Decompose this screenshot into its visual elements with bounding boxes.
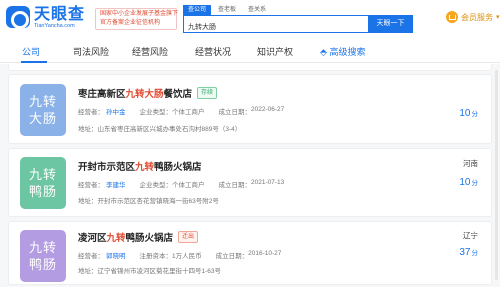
company-address: 地址：辽宁省锦州市凌河区菊花里街十四号1-63号: [78, 268, 222, 275]
company-meta: 经营者： 郭晓明 注册资本： 1万人民币 成立日期： 2016-10-27: [78, 250, 282, 260]
logo-domain: TianYancha.com: [34, 23, 75, 29]
search-button[interactable]: 天眼一下: [368, 15, 413, 33]
company-thumbnail: 九转 大肠: [20, 84, 66, 136]
status-badge: 迁出: [178, 231, 199, 243]
tab-search-company[interactable]: 查公司: [183, 5, 212, 15]
company-thumbnail: 九转 鸭肠: [20, 230, 66, 282]
nav-item-operating-risk[interactable]: 经营风险: [132, 45, 168, 58]
company-address: 地址：山东省枣庄高新区兴城办事处石沟村889号（3-4）: [78, 126, 242, 133]
nav-item-operating-status[interactable]: 经营状况: [195, 45, 231, 58]
vip-label: 会员服务: [461, 12, 493, 22]
legal-person-link[interactable]: 孙中金: [106, 106, 126, 116]
badge-line-2: 官方备案企业征信机构: [100, 20, 161, 26]
site-logo[interactable]: 天眼查 TianYancha.com: [6, 6, 85, 30]
tab-search-boss[interactable]: 查老板: [213, 5, 241, 15]
advanced-search-icon: ⬘: [320, 47, 327, 57]
legal-person-link[interactable]: 郭晓明: [106, 250, 126, 260]
advanced-search-label: 高级搜索: [329, 47, 366, 57]
company-score[interactable]: 10 分: [459, 108, 478, 119]
result-card[interactable]: 九转 鸭肠 凌河区 九转 鸭肠火锅店 迁出 经营者： 郭晓明 注册资本： 1万人民币 成…: [8, 221, 492, 285]
vip-service[interactable]: 会员服务 ▾: [446, 11, 500, 23]
scrollbar[interactable]: [495, 70, 498, 280]
nav-item-ip[interactable]: 知识产权: [257, 45, 293, 58]
company-name[interactable]: 开封市示范区 九转 鸭肠火锅店: [78, 159, 202, 173]
previous-card-edge: [8, 64, 492, 71]
company-name[interactable]: 枣庄高新区 九转大肠 餐饮店 存续: [78, 86, 218, 100]
company-region: 河南: [463, 159, 478, 168]
logo-eye-icon: [6, 6, 30, 29]
company-meta: 经营者： 孙中金 企业类型： 个体工商户 成立日期： 2022-06-27: [78, 106, 285, 116]
logo-title: 天眼查: [34, 6, 86, 23]
certification-badge: 国家中小企业发展子基金旗下 官方备案企业征信机构: [95, 8, 179, 30]
category-nav: 公司 司法风险 经营风险 经营状况 知识产权 ⬘ 高级搜索: [0, 38, 500, 63]
top-header: 天眼查 TianYancha.com 国家中小企业发展子基金旗下 官方备案企业征…: [0, 0, 500, 38]
crown-icon: [446, 11, 458, 23]
company-score[interactable]: 37 分: [459, 247, 478, 258]
status-badge: 存续: [197, 87, 218, 99]
company-name[interactable]: 凌河区 九转 鸭肠火锅店 迁出: [78, 230, 199, 244]
nav-active-indicator: [21, 61, 47, 63]
search-bar: 天眼一下: [183, 15, 413, 35]
nav-item-company[interactable]: 公司: [22, 45, 40, 58]
company-score[interactable]: 10 分: [459, 177, 478, 188]
search-mode-tabs: 查公司 查老板 查关系: [183, 5, 271, 15]
legal-person-link[interactable]: 李建华: [106, 179, 126, 189]
badge-line-1: 国家中小企业发展子基金旗下: [100, 11, 179, 17]
result-card[interactable]: 九转 鸭肠 开封市示范区 九转 鸭肠火锅店 经营者： 李建华 企业类型： 个体工商户 成…: [8, 148, 492, 217]
company-thumbnail: 九转 鸭肠: [20, 157, 66, 209]
advanced-search-link[interactable]: ⬘ 高级搜索: [320, 45, 365, 58]
tab-search-relation[interactable]: 查关系: [243, 5, 271, 15]
company-meta: 经营者： 李建华 企业类型： 个体工商户 成立日期： 2021-07-13: [78, 179, 285, 189]
chevron-down-icon: ▾: [496, 14, 500, 21]
company-address: 地址：开封市示范区杏花营镇晓海一街63号附2号: [78, 198, 219, 205]
company-region: 辽宁: [463, 231, 478, 240]
search-input[interactable]: [184, 19, 369, 35]
nav-item-judicial-risk[interactable]: 司法风险: [73, 45, 109, 58]
result-card[interactable]: 九转 大肠 枣庄高新区 九转大肠 餐饮店 存续 经营者： 孙中金 企业类型： 个体工商户…: [8, 74, 492, 144]
